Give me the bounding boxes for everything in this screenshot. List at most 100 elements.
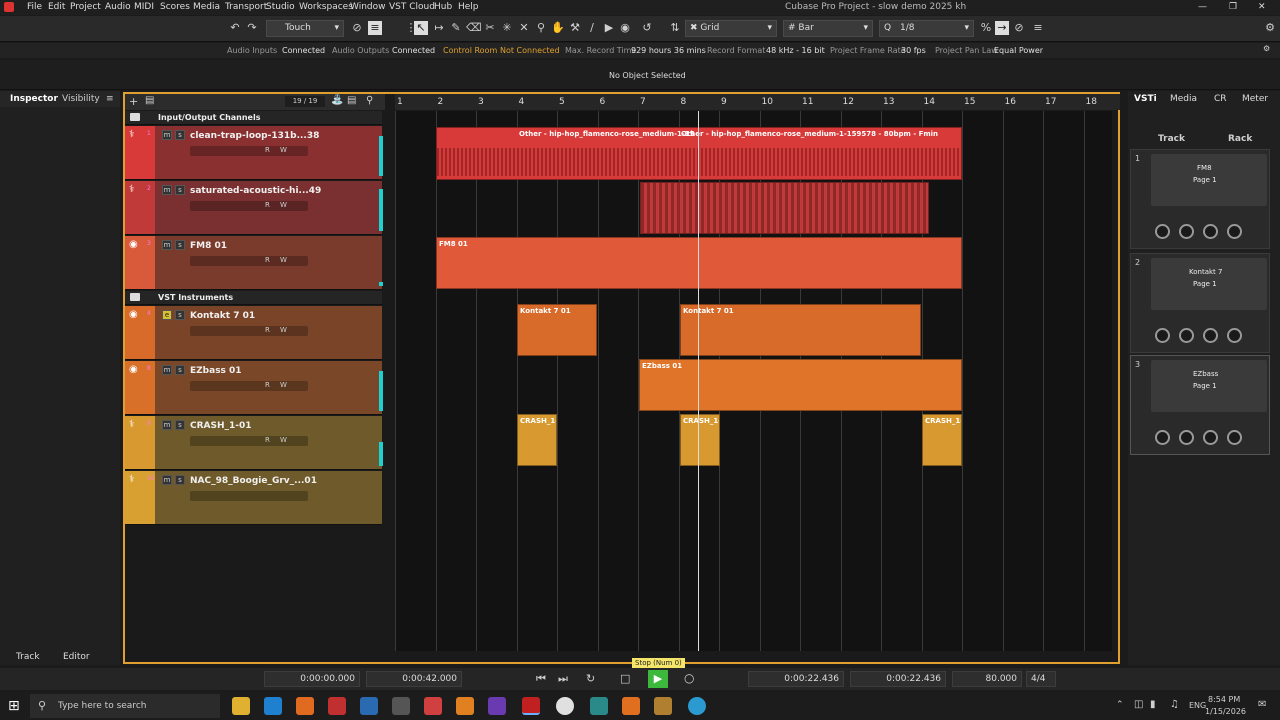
tab-media[interactable]: Media	[1170, 94, 1197, 104]
tab-cr[interactable]: CR	[1214, 94, 1227, 104]
mute-button[interactable]: m	[162, 185, 172, 195]
menu-midi[interactable]: MIDI	[134, 2, 154, 12]
tab-visibility[interactable]: Visibility	[62, 94, 100, 104]
sync-icon[interactable]: ⛲	[331, 95, 343, 106]
snap-icon[interactable]: ⇅	[668, 21, 682, 35]
mute-button[interactable]: m	[162, 365, 172, 375]
quick-control-knob[interactable]	[1179, 430, 1194, 445]
quick-control-knob[interactable]	[1227, 328, 1242, 343]
quick-control-knob[interactable]	[1203, 430, 1218, 445]
tempo-display[interactable]: 80.000	[952, 671, 1022, 687]
edit-instrument-button[interactable]: e	[162, 310, 172, 320]
menu-edit[interactable]: Edit	[48, 2, 65, 12]
clock-time[interactable]: 8:54 PM	[1208, 695, 1240, 704]
menu-vst-cloud[interactable]: VST Cloud	[389, 2, 435, 12]
menu-hub[interactable]: Hub	[434, 2, 452, 12]
midi-part[interactable]: FM8 01	[436, 237, 962, 289]
tab-meter[interactable]: Meter	[1242, 94, 1268, 104]
right-locator[interactable]: 0:00:42.000	[366, 671, 462, 687]
grid-select[interactable]: ✖ Grid ▾	[685, 20, 777, 37]
menu-studio[interactable]: Studio	[266, 2, 295, 12]
read-automation-button[interactable]: R	[265, 256, 270, 264]
app-icon[interactable]	[488, 697, 506, 715]
menu-help[interactable]: Help	[458, 2, 479, 12]
audio-outputs-status[interactable]: Connected	[392, 46, 435, 55]
solo-button[interactable]: s	[175, 475, 185, 485]
quick-control-knob[interactable]	[1179, 328, 1194, 343]
telegram-icon[interactable]	[688, 697, 706, 715]
chrome-icon[interactable]	[556, 697, 574, 715]
menu-scores[interactable]: Scores	[160, 2, 190, 12]
menu-workspaces[interactable]: Workspaces	[299, 2, 353, 12]
record-format-value[interactable]: 48 kHz - 16 bit	[766, 46, 825, 55]
audio-event[interactable]: CRASH_1-0	[517, 414, 557, 466]
quick-control-knob[interactable]	[1203, 224, 1218, 239]
menu-project[interactable]: Project	[70, 2, 101, 12]
play-tool-icon[interactable]: ▶	[602, 21, 616, 35]
mute-button[interactable]: m	[162, 420, 172, 430]
menu-file[interactable]: File	[27, 2, 42, 12]
go-to-end-icon[interactable]: ⏭	[558, 672, 568, 686]
app-icon[interactable]	[328, 697, 346, 715]
app-icon[interactable]	[654, 697, 672, 715]
cubase-taskbar-icon[interactable]	[522, 697, 540, 715]
add-track-icon[interactable]: +	[129, 95, 138, 108]
write-automation-button[interactable]: W	[280, 381, 287, 389]
read-automation-button[interactable]: R	[265, 201, 270, 209]
menu-media[interactable]: Media	[193, 2, 220, 12]
folder-icon[interactable]	[130, 293, 140, 301]
draw-tool-icon[interactable]: ✎	[449, 21, 463, 35]
track-presets-icon[interactable]: ▤	[145, 95, 154, 106]
color-tool-icon[interactable]: ◉	[618, 21, 632, 35]
frame-rate-value[interactable]: 30 fps	[901, 46, 926, 55]
clock-date[interactable]: 1/15/2026	[1205, 707, 1246, 716]
range-tool-icon[interactable]: ↦	[432, 21, 446, 35]
track-row[interactable]: ◉ 4 e s Kontakt 7 01 R W	[125, 306, 382, 360]
undo-icon[interactable]: ↶	[228, 21, 242, 35]
plugin-header[interactable]: Kontakt 7 Page 1	[1151, 258, 1267, 310]
left-locator[interactable]: 0:00:00.000	[264, 671, 360, 687]
autoscroll-icon[interactable]: ≡	[368, 21, 382, 35]
automation-mode-select[interactable]: Touch ▾	[266, 20, 344, 37]
write-automation-button[interactable]: W	[280, 146, 287, 154]
language-indicator[interactable]: ENG	[1189, 701, 1206, 710]
close-icon[interactable]: ✕	[1258, 2, 1266, 12]
menu-audio[interactable]: Audio	[105, 2, 131, 12]
mute-button[interactable]: m	[162, 475, 172, 485]
write-automation-button[interactable]: W	[280, 256, 287, 264]
line-tool-icon[interactable]: ∕	[585, 21, 599, 35]
nudge-icon[interactable]: ↺	[640, 21, 654, 35]
event-display[interactable]: Other - hip-hop_flamenco-rose_medium-1-1…	[395, 111, 1112, 651]
read-automation-button[interactable]: R	[265, 381, 270, 389]
tab-vsti[interactable]: VSTi	[1134, 94, 1157, 104]
network-icon[interactable]: ◫	[1134, 699, 1143, 710]
track-name[interactable]: EZbass 01	[190, 366, 242, 376]
object-select-tool-icon[interactable]: ↖	[414, 21, 428, 35]
primary-time-display[interactable]: 0:00:22.436	[748, 671, 844, 687]
secondary-time-display[interactable]: 0:00:22.436	[850, 671, 946, 687]
track-row[interactable]: ⚕ 9 m s CRASH_1-01 R W	[125, 416, 383, 470]
solo-button[interactable]: s	[175, 310, 185, 320]
app-icon[interactable]	[296, 697, 314, 715]
mute-button[interactable]: m	[162, 240, 172, 250]
play-button[interactable]: ▶	[648, 670, 668, 688]
track-name[interactable]: CRASH_1-01	[190, 421, 252, 431]
track-row[interactable]: ⚕ 1 m s clean-trap-loop-131b...38 R W	[125, 126, 383, 180]
playhead-cursor[interactable]	[698, 111, 699, 651]
volume-icon[interactable]: ♫	[1170, 699, 1179, 710]
app-icon[interactable]	[456, 697, 474, 715]
iterative-quantize-icon[interactable]: %	[979, 21, 993, 35]
battery-icon[interactable]: ▮	[1150, 699, 1156, 710]
settings-icon[interactable]: ⚙	[1263, 44, 1270, 53]
audio-event[interactable]: Other - hip-hop_flamenco-rose_medium-1-1…	[436, 127, 962, 180]
track-name[interactable]: Kontakt 7 01	[190, 311, 255, 321]
search-icon[interactable]: ⚲	[366, 95, 373, 106]
instrument-slot[interactable]: 1 FM8 Page 1	[1130, 149, 1270, 249]
plugin-header[interactable]: EZbass Page 1	[1151, 360, 1267, 412]
quantize-reset-icon[interactable]: ⊘	[1012, 21, 1026, 35]
tab-inspector[interactable]: Inspector	[10, 94, 58, 104]
settings-icon[interactable]: ⚙	[1263, 21, 1277, 35]
erase-tool-icon[interactable]: ⌫	[466, 21, 482, 35]
track-view-icon[interactable]: ▤	[347, 95, 356, 106]
audio-event[interactable]: CRASH_1-0	[922, 414, 962, 466]
